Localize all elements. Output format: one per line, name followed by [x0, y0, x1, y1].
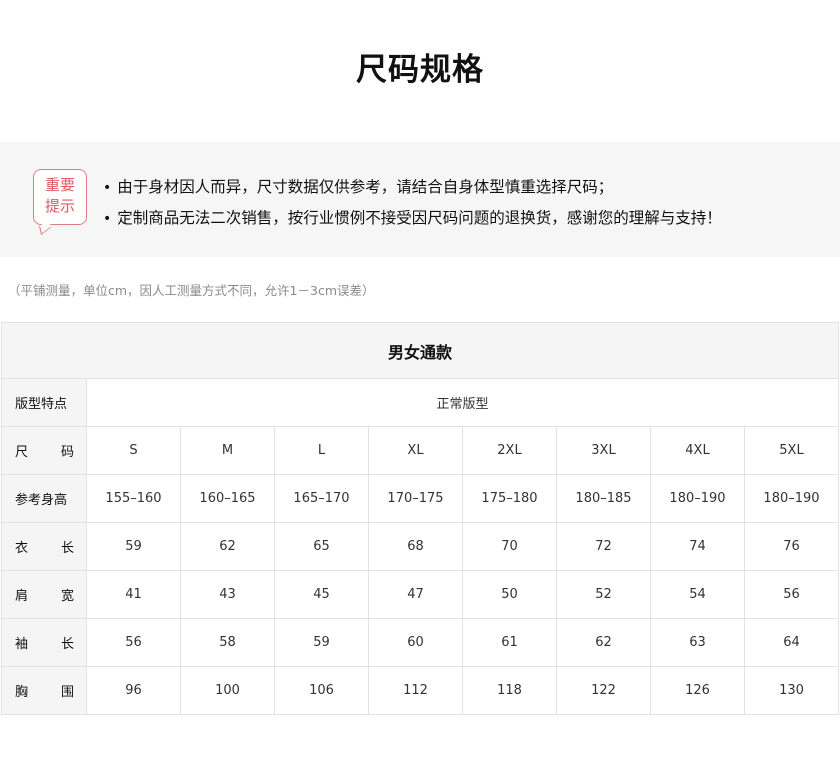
size-cell: 2XL	[462, 426, 557, 475]
table-cell: 64	[744, 618, 839, 667]
table-cell: 62	[556, 618, 651, 667]
table-cell: 76	[744, 522, 839, 571]
table-cell: 62	[180, 522, 275, 571]
table-cell: 52	[556, 570, 651, 619]
important-notice-badge: 重要 提示	[33, 169, 87, 236]
row-label: 胸 围	[1, 666, 87, 715]
size-header-row: 尺 码 S M L XL 2XL 3XL 4XL 5XL	[1, 426, 839, 475]
table-cell: 100	[180, 666, 275, 715]
table-cell: 106	[274, 666, 369, 715]
table-cell: 74	[650, 522, 745, 571]
table-cell: 59	[86, 522, 181, 571]
table-cell: 165–170	[274, 474, 369, 523]
size-chart: 男女通款 版型特点 正常版型 尺 码 S M L XL 2XL 3XL 4XL …	[1, 322, 839, 715]
fit-value: 正常版型	[86, 378, 839, 427]
table-cell: 170–175	[368, 474, 463, 523]
size-label: 尺 码	[1, 426, 87, 475]
badge-line-1: 重要	[44, 176, 75, 194]
table-cell: 72	[556, 522, 651, 571]
table-cell: 130	[744, 666, 839, 715]
table-cell: 60	[368, 618, 463, 667]
table-title: 男女通款	[1, 322, 839, 379]
size-cell: S	[86, 426, 181, 475]
table-cell: 180–190	[744, 474, 839, 523]
table-cell: 54	[650, 570, 745, 619]
page-title: 尺码规格	[356, 52, 484, 88]
table-cell: 58	[180, 618, 275, 667]
table-cell: 155–160	[86, 474, 181, 523]
badge-line-2: 提示	[44, 197, 75, 215]
notice-panel: 重要 提示 由于身材因人而异，尺寸数据仅供参考，请结合自身体型慎重选择尺码； 定…	[0, 142, 840, 257]
size-cell: 3XL	[556, 426, 651, 475]
table-row: 肩 宽 41 43 45 47 50 52 54 56	[1, 570, 839, 619]
table-cell: 47	[368, 570, 463, 619]
table-cell: 43	[180, 570, 275, 619]
size-cell: L	[274, 426, 369, 475]
table-cell: 160–165	[180, 474, 275, 523]
table-cell: 56	[744, 570, 839, 619]
table-cell: 70	[462, 522, 557, 571]
table-cell: 59	[274, 618, 369, 667]
table-row: 袖 长 56 58 59 60 61 62 63 64	[1, 618, 839, 667]
table-row: 参考身高 155–160 160–165 165–170 170–175 175…	[1, 474, 839, 523]
table-cell: 45	[274, 570, 369, 619]
table-cell: 180–190	[650, 474, 745, 523]
table-cell: 175–180	[462, 474, 557, 523]
table-title-row: 男女通款	[1, 322, 839, 379]
notice-tip: 由于身材因人而异，尺寸数据仅供参考，请结合自身体型慎重选择尺码；	[103, 172, 838, 203]
table-cell: 96	[86, 666, 181, 715]
table-cell: 68	[368, 522, 463, 571]
table-cell: 180–185	[556, 474, 651, 523]
table-row: 胸 围 96 100 106 112 118 122 126 130	[1, 666, 839, 715]
size-cell: 4XL	[650, 426, 745, 475]
table-cell: 118	[462, 666, 557, 715]
table-cell: 56	[86, 618, 181, 667]
table-cell: 112	[368, 666, 463, 715]
table-row: 衣 长 59 62 65 68 70 72 74 76	[1, 522, 839, 571]
table-cell: 122	[556, 666, 651, 715]
row-label: 肩 宽	[1, 570, 87, 619]
notice-tips: 由于身材因人而异，尺寸数据仅供参考，请结合自身体型慎重选择尺码； 定制商品无法二…	[103, 172, 838, 234]
row-label: 袖 长	[1, 618, 87, 667]
size-cell: XL	[368, 426, 463, 475]
table-cell: 63	[650, 618, 745, 667]
measurement-note: （平铺测量，单位cm，因人工测量方式不同，允许1－3cm误差）	[8, 283, 375, 298]
notice-tip: 定制商品无法二次销售，按行业惯例不接受因尺码问题的退换货，感谢您的理解与支持！	[103, 203, 838, 234]
fit-label: 版型特点	[1, 378, 87, 427]
row-label: 衣 长	[1, 522, 87, 571]
table-cell: 126	[650, 666, 745, 715]
table-cell: 65	[274, 522, 369, 571]
table-cell: 41	[86, 570, 181, 619]
fit-row: 版型特点 正常版型	[1, 378, 839, 427]
speech-bubble-tail-icon	[39, 218, 51, 236]
size-cell: 5XL	[744, 426, 839, 475]
table-cell: 61	[462, 618, 557, 667]
row-label: 参考身高	[1, 474, 87, 523]
size-table: 男女通款 版型特点 正常版型 尺 码 S M L XL 2XL 3XL 4XL …	[1, 322, 839, 715]
size-cell: M	[180, 426, 275, 475]
table-cell: 50	[462, 570, 557, 619]
